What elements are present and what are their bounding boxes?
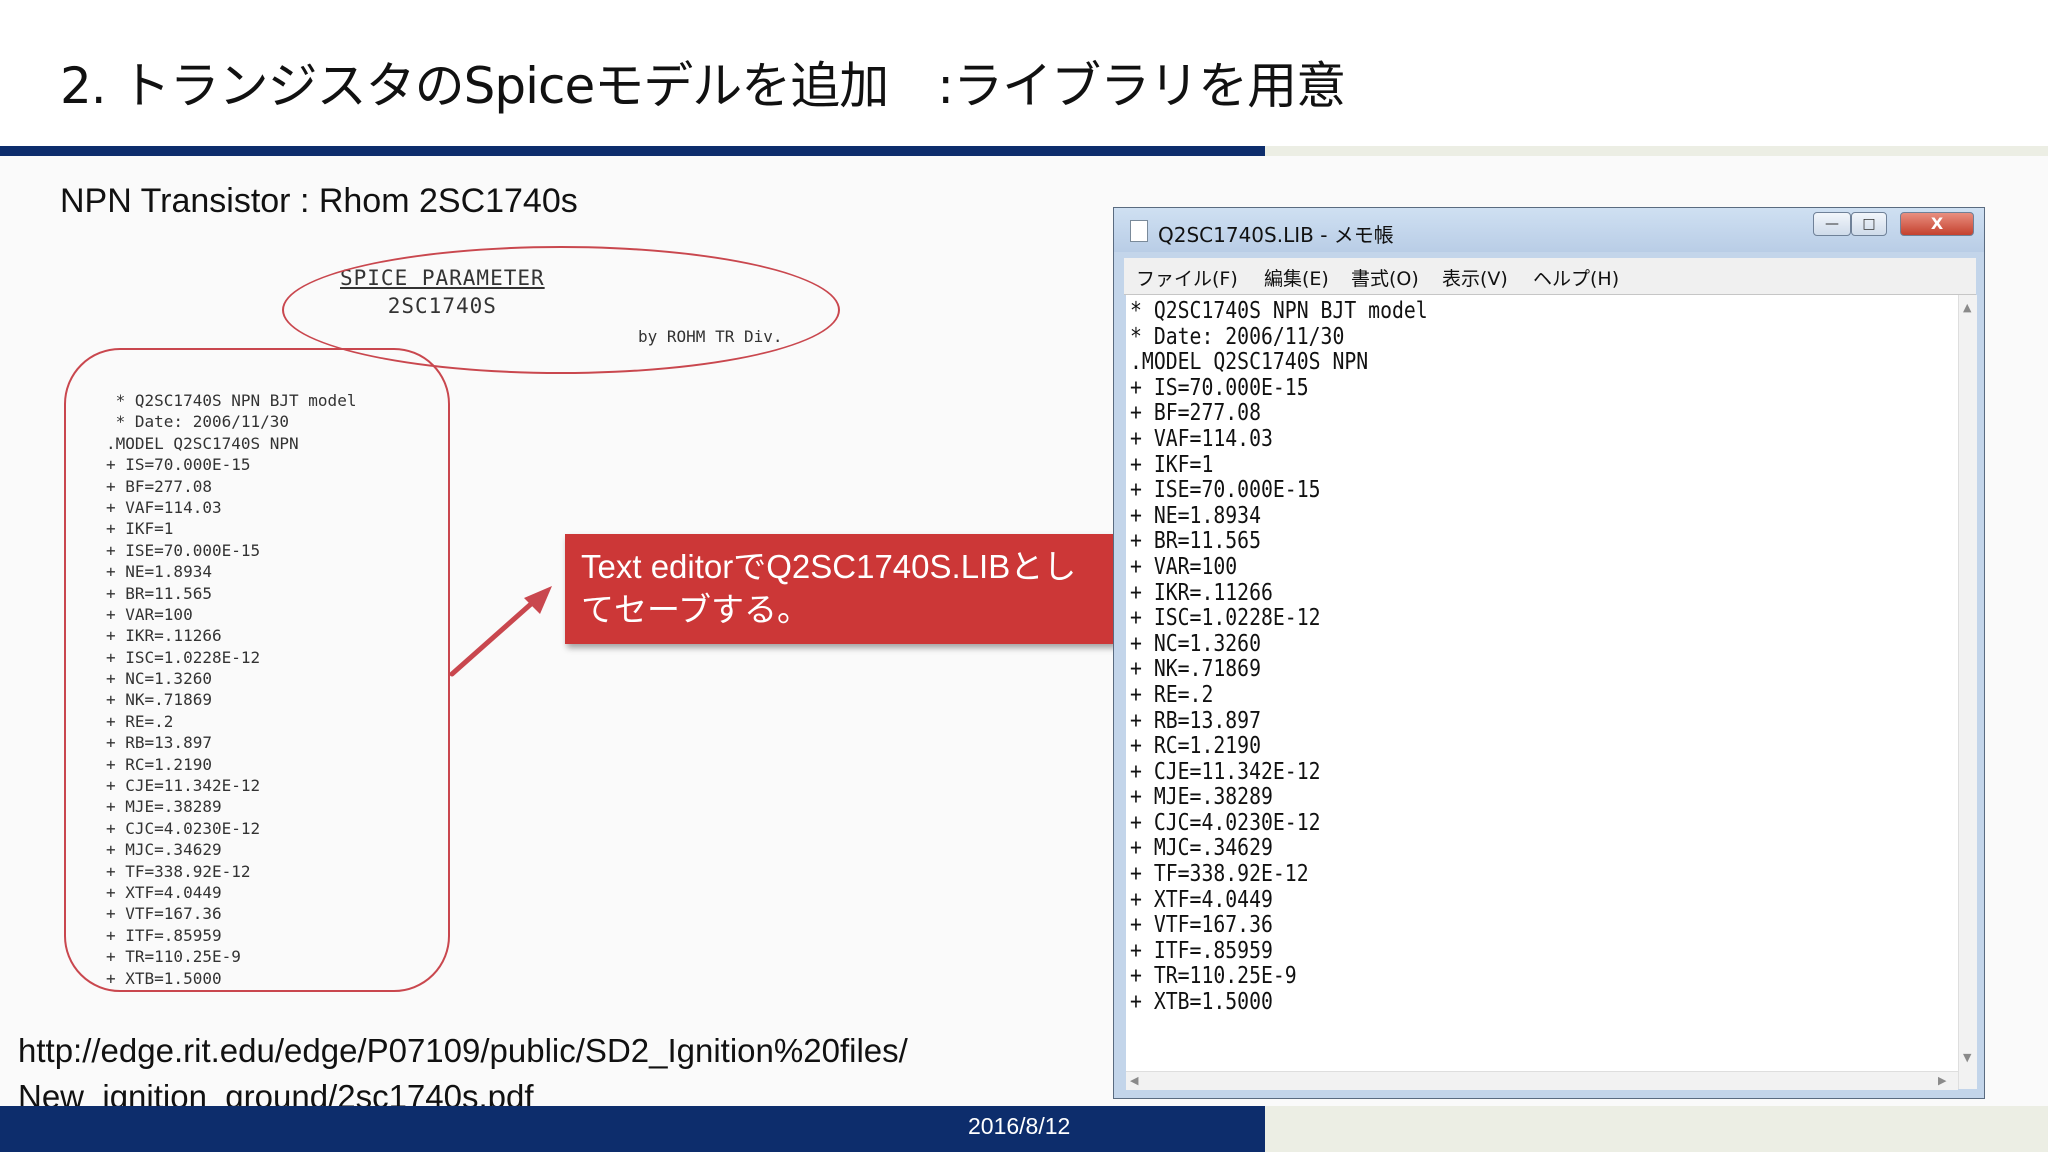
text-line: .MODEL Q2SC1740S NPN (1130, 349, 1369, 376)
scan-line: .MODEL Q2SC1740S NPN (106, 433, 299, 453)
scan-line: + ISC=1.0228E-12 (106, 647, 261, 667)
scan-line: + NE=1.8934 (106, 562, 212, 582)
title-underline-bar (0, 146, 1265, 156)
notepad-document-icon (1130, 220, 1148, 242)
footer-bar (0, 1106, 1265, 1152)
menu-help[interactable]: ヘルプ(H) (1533, 264, 1619, 291)
menu-format[interactable]: 書式(O) (1351, 264, 1419, 291)
text-line: + MJE=.38289 (1130, 784, 1273, 811)
footer-date: 2016/8/12 (968, 1113, 1071, 1139)
scan-line: + IKF=1 (106, 519, 174, 539)
notepad-menubar: ファイル(F) 編集(E) 書式(O) 表示(V) ヘルプ(H) (1124, 258, 1976, 295)
text-line: + RB=13.897 (1130, 707, 1262, 734)
text-line: + ISC=1.0228E-12 (1130, 605, 1321, 632)
text-line: + RE=.2 (1130, 681, 1214, 708)
text-line: + CJE=11.342E-12 (1130, 758, 1321, 785)
scan-line: + TF=338.92E-12 (106, 861, 251, 881)
scan-parameter-list: * Q2SC1740S NPN BJT model * Date: 2006/1… (106, 390, 356, 989)
scroll-up-icon[interactable]: ▲ (1963, 301, 1971, 314)
text-line: + RC=1.2190 (1130, 733, 1262, 760)
title-underline-bar-light (1265, 146, 2048, 156)
callout-box: Text editorでQ2SC1740S.LIBとし てセーブする。 (565, 534, 1115, 644)
scan-line: + NC=1.3260 (106, 669, 212, 689)
scroll-left-icon[interactable]: ◀ (1130, 1074, 1138, 1087)
scan-line: + MJE=.38289 (106, 797, 222, 817)
scan-line: + MJC=.34629 (106, 840, 222, 860)
scan-line: + IS=70.000E-15 (106, 455, 251, 475)
notepad-text-area[interactable]: * Q2SC1740S NPN BJT model * Date: 2006/11… (1126, 295, 1958, 1089)
minimize-button[interactable]: — (1813, 212, 1851, 236)
scan-line: + ITF=.85959 (106, 925, 222, 945)
text-line: + MJC=.34629 (1130, 835, 1273, 862)
scan-line: + IKR=.11266 (106, 626, 222, 646)
scan-line: + CJC=4.0230E-12 (106, 818, 261, 838)
text-line: + CJC=4.0230E-12 (1130, 809, 1321, 836)
slide-title: 2. トランジスタのSpiceモデルを追加 :ライブラリを用意 (60, 57, 1346, 115)
footer-bar-light (1265, 1106, 2048, 1152)
callout-text-line2: てセーブする。 (581, 591, 811, 628)
text-line: + VTF=167.36 (1130, 912, 1273, 939)
scan-line: + BF=277.08 (106, 476, 212, 496)
scan-line: + RE=.2 (106, 711, 174, 731)
text-line: + IKF=1 (1130, 451, 1214, 478)
horizontal-scrollbar[interactable]: ◀ ▶ (1126, 1071, 1958, 1090)
text-line: + VAF=114.03 (1130, 425, 1273, 452)
text-line: + BR=11.565 (1130, 528, 1262, 555)
scan-line: + TR=110.25E-9 (106, 947, 241, 967)
scan-line: * Q2SC1740S NPN BJT model (106, 391, 357, 410)
text-line: + XTF=4.0449 (1130, 886, 1273, 913)
notepad-titlebar[interactable]: Q2SC1740S.LIB - メモ帳 — □ X (1114, 208, 1984, 252)
scan-line: + BR=11.565 (106, 583, 212, 603)
text-line: * Date: 2006/11/30 (1130, 323, 1345, 350)
text-line: + VAR=100 (1130, 553, 1238, 580)
scan-line: + XTF=4.0449 (106, 882, 222, 902)
scan-line: + RB=13.897 (106, 733, 212, 753)
maximize-button[interactable]: □ (1851, 212, 1887, 236)
text-line: + ITF=.85959 (1130, 937, 1273, 964)
menu-edit[interactable]: 編集(E) (1264, 264, 1329, 291)
scan-line: * Date: 2006/11/30 (106, 412, 290, 432)
scan-line: + CJE=11.342E-12 (106, 776, 261, 796)
close-button[interactable]: X (1900, 212, 1974, 236)
text-line: + NK=.71869 (1130, 656, 1262, 683)
scroll-down-icon[interactable]: ▼ (1963, 1051, 1971, 1064)
text-line: * Q2SC1740S NPN BJT model (1130, 298, 1428, 324)
scan-line: + VTF=167.36 (106, 904, 222, 924)
text-line: + BF=277.08 (1130, 400, 1262, 427)
text-line: + NC=1.3260 (1130, 630, 1262, 657)
notepad-title: Q2SC1740S.LIB - メモ帳 (1158, 223, 1394, 247)
callout-arrow-icon (449, 586, 552, 677)
scan-line: + ISE=70.000E-15 (106, 540, 261, 560)
vertical-scrollbar[interactable]: ▲ ▼ (1958, 295, 1977, 1089)
scroll-right-icon[interactable]: ▶ (1938, 1074, 1946, 1087)
text-line: + IS=70.000E-15 (1130, 374, 1309, 401)
menu-file[interactable]: ファイル(F) (1136, 264, 1238, 291)
scan-line: + NK=.71869 (106, 690, 212, 710)
scan-line: + XTB=1.5000 (106, 968, 222, 988)
source-url-line1[interactable]: http://edge.rit.edu/edge/P07109/public/S… (18, 1028, 908, 1074)
scan-line: + VAF=114.03 (106, 497, 222, 517)
slide-subtitle: NPN Transistor : Rhom 2SC1740s (60, 182, 578, 220)
text-line: + XTB=1.5000 (1130, 989, 1273, 1016)
menu-view[interactable]: 表示(V) (1442, 264, 1508, 291)
text-line: + IKR=.11266 (1130, 579, 1273, 606)
scan-line: + VAR=100 (106, 604, 193, 624)
text-line: + NE=1.8934 (1130, 502, 1262, 529)
callout-text-line1: Text editorでQ2SC1740S.LIBとし (581, 548, 1077, 585)
text-line: + ISE=70.000E-15 (1130, 477, 1321, 504)
notepad-window: Q2SC1740S.LIB - メモ帳 — □ X ファイル(F) 編集(E) … (1113, 207, 1985, 1099)
text-line: + TF=338.92E-12 (1130, 861, 1309, 888)
scan-line: + RC=1.2190 (106, 754, 212, 774)
notepad-text-content: * Q2SC1740S NPN BJT model * Date: 2006/11… (1130, 298, 1428, 1016)
text-line: + TR=110.25E-9 (1130, 963, 1297, 990)
